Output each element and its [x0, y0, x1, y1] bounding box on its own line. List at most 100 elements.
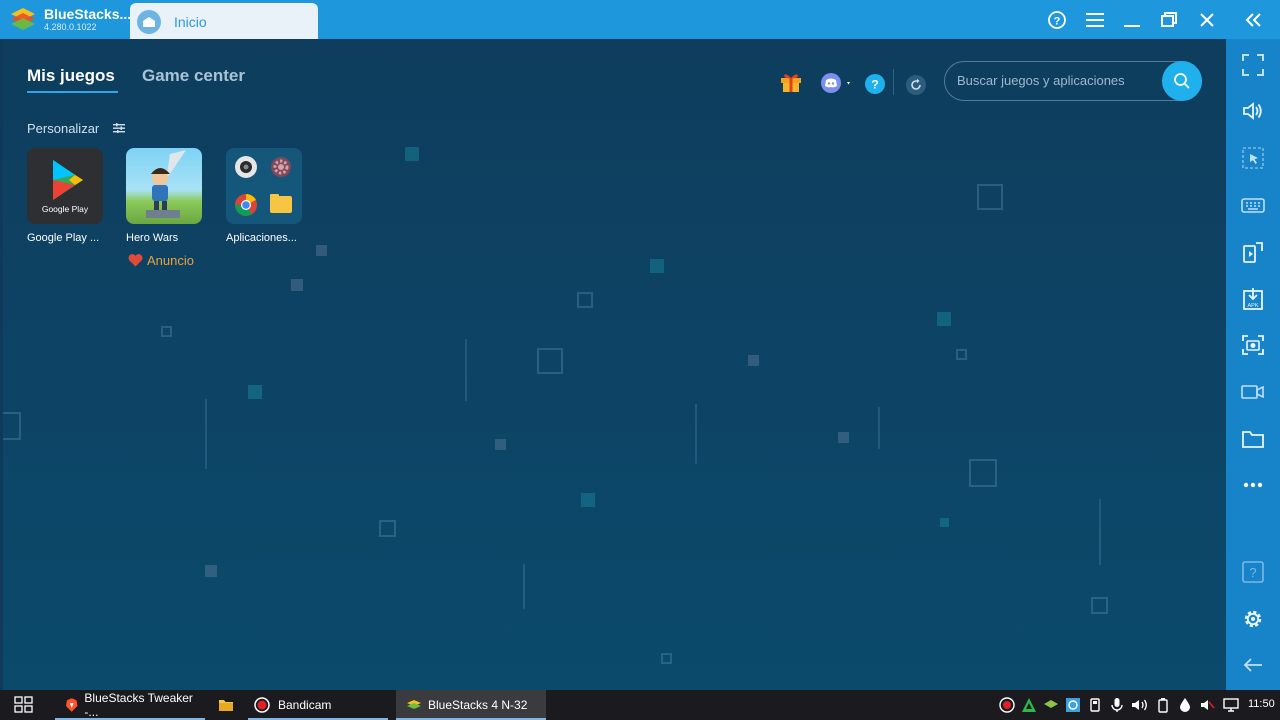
title-bar: BlueStacks... 4.280.0.1022 Inicio ? — [0, 0, 1280, 39]
discord-icon[interactable] — [821, 73, 853, 93]
background-decoration — [3, 412, 21, 440]
battery-tray-icon[interactable] — [1156, 697, 1170, 713]
background-decoration — [940, 518, 949, 527]
more-options-icon[interactable] — [1241, 473, 1265, 497]
background-decoration — [581, 493, 595, 507]
background-decoration — [248, 385, 262, 399]
home-icon — [137, 10, 161, 34]
help-circle-icon[interactable]: ? — [865, 74, 885, 94]
collapse-sidebar-icon[interactable] — [1241, 8, 1265, 32]
taskbar-item-bluestacks[interactable]: BlueStacks 4 N-32 — [396, 690, 546, 720]
app-label: Google Play ... — [27, 232, 100, 244]
keyboard-icon[interactable] — [1241, 193, 1265, 217]
background-decoration — [465, 339, 467, 401]
bandicam-icon — [254, 697, 270, 713]
settings-gear-icon[interactable] — [1241, 607, 1265, 631]
screenshot-icon[interactable] — [1241, 333, 1265, 357]
search-icon — [1174, 73, 1190, 89]
app-tile-system-apps[interactable]: Aplicaciones... — [226, 148, 306, 244]
gift-icon[interactable] — [780, 72, 802, 92]
taskbar-item-bandicam[interactable]: Bandicam — [248, 690, 388, 720]
bluestacks-icon — [407, 700, 421, 709]
tab-home[interactable]: Inicio — [130, 3, 318, 39]
search-input[interactable] — [957, 73, 1157, 88]
background-decoration — [205, 565, 217, 577]
app-name: BlueStacks... — [44, 6, 132, 22]
restore-icon[interactable] — [1157, 8, 1181, 32]
background-decoration — [650, 259, 664, 273]
ad-badge: Anuncio — [128, 253, 194, 268]
tab-home-label: Inicio — [174, 14, 207, 30]
speaker-tray-icon[interactable] — [1131, 697, 1149, 713]
app-label: Aplicaciones... — [226, 232, 297, 244]
tab-game-center[interactable]: Game center — [142, 66, 245, 86]
background-decoration — [1099, 499, 1101, 565]
hero-wars-icon — [126, 148, 202, 224]
background-decoration — [661, 653, 672, 664]
google-play-caption: Google Play — [42, 204, 89, 214]
app-tile-google-play[interactable]: Google Play Google Play ... — [27, 148, 107, 244]
background-decoration — [878, 407, 880, 449]
background-decoration — [495, 439, 506, 450]
minimize-icon[interactable] — [1120, 8, 1144, 32]
volume-icon[interactable] — [1241, 99, 1265, 123]
green-arrow-tray-icon[interactable] — [1021, 697, 1037, 713]
menu-icon[interactable] — [1083, 8, 1107, 32]
personalize-button[interactable]: Personalizar — [27, 121, 99, 136]
background-decoration — [405, 147, 419, 161]
refresh-icon[interactable] — [906, 75, 926, 95]
taskbar-clock[interactable]: 11:50 — [1248, 698, 1275, 710]
background-decoration — [537, 348, 563, 374]
background-decoration — [695, 404, 697, 464]
heart-icon — [128, 254, 143, 267]
close-icon[interactable] — [1195, 8, 1219, 32]
fullscreen-icon[interactable] — [1241, 53, 1265, 77]
system-apps-folder-icon — [226, 148, 302, 224]
background-decoration — [956, 349, 967, 360]
pointer-select-icon[interactable] — [1241, 146, 1265, 170]
toolbar-divider — [893, 69, 894, 95]
sliders-icon[interactable] — [113, 123, 125, 133]
taskbar-item-file-explorer[interactable] — [212, 690, 240, 720]
screen-rotate-icon[interactable] — [1241, 240, 1265, 264]
back-arrow-icon[interactable] — [1241, 653, 1265, 677]
install-apk-icon[interactable]: APK — [1241, 287, 1265, 311]
background-decoration — [161, 326, 172, 337]
background-decoration — [205, 399, 207, 469]
ad-label: Anuncio — [147, 253, 194, 268]
taskbar-item-bluestacks-tweaker[interactable]: BlueStacks Tweaker -... — [55, 690, 205, 720]
background-decoration — [577, 292, 593, 308]
display-tray-icon[interactable] — [1222, 697, 1240, 713]
drop-tray-icon[interactable] — [1178, 697, 1192, 713]
background-decoration — [1091, 597, 1108, 614]
microphone-tray-icon[interactable] — [1109, 697, 1125, 713]
app-label: Hero Wars — [126, 232, 179, 244]
task-view-icon — [14, 696, 33, 713]
tab-mis-juegos[interactable]: Mis juegos — [27, 66, 115, 86]
background-decoration — [379, 520, 396, 537]
record-indicator-icon[interactable] — [999, 697, 1015, 713]
background-decoration — [977, 184, 1003, 210]
taskbar-item-label: BlueStacks Tweaker -... — [84, 691, 193, 719]
search-button[interactable] — [1162, 61, 1202, 101]
help-icon[interactable]: ? — [1045, 8, 1069, 32]
bluestacks-tray-icon[interactable] — [1043, 697, 1059, 713]
active-tab-indicator — [27, 91, 118, 93]
app-tile-hero-wars[interactable]: Hero Wars — [126, 148, 206, 244]
svg-text:?: ? — [1249, 565, 1256, 580]
folder-icon[interactable] — [1241, 427, 1265, 451]
file-explorer-icon — [219, 700, 233, 711]
screen-record-icon[interactable] — [1241, 380, 1265, 404]
background-decoration — [838, 432, 849, 443]
network-tray-icon[interactable] — [1065, 697, 1081, 713]
svg-text:?: ? — [871, 78, 878, 92]
svg-text:APK: APK — [1247, 303, 1258, 309]
background-decoration — [937, 312, 951, 326]
start-button[interactable] — [14, 690, 40, 720]
right-sidebar: APK ? — [1226, 39, 1280, 690]
background-decoration — [748, 355, 759, 366]
mute-tray-icon[interactable] — [1199, 697, 1215, 713]
usb-tray-icon[interactable] — [1087, 697, 1103, 713]
help-icon[interactable]: ? — [1241, 560, 1265, 584]
google-play-icon: Google Play — [27, 148, 103, 224]
